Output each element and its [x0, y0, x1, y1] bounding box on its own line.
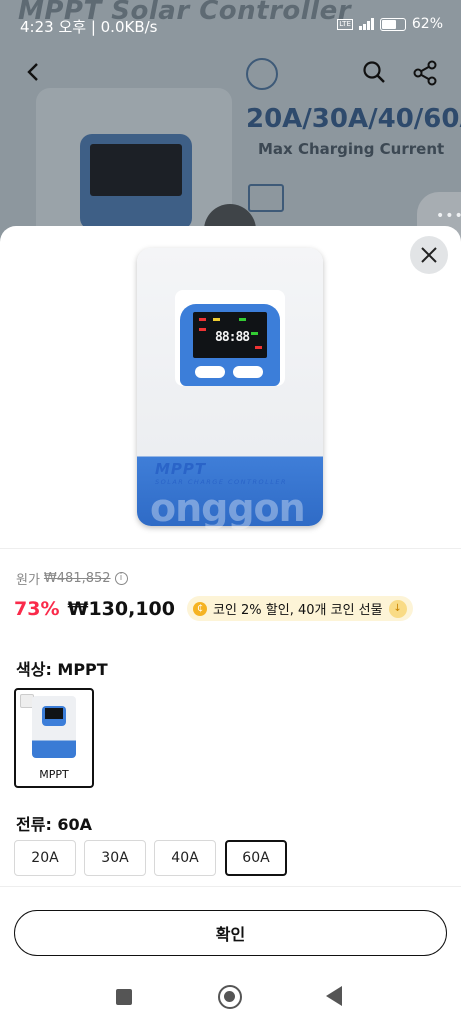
download-icon[interactable]: ↓: [388, 599, 407, 618]
confirm-button[interactable]: 확인: [14, 910, 447, 956]
original-price-row: 원가 ₩481,852 i: [16, 569, 128, 588]
status-bar: 4:23 오후 | 0.0KB/s LTE 62%: [0, 0, 461, 52]
chevron-left-icon: [27, 63, 38, 81]
battery-percent: 62%: [411, 16, 443, 32]
recent-apps-button[interactable]: [116, 989, 132, 1005]
close-icon: [421, 247, 437, 263]
lightning-icon: [246, 58, 278, 90]
product-logo: MPPT: [155, 460, 207, 478]
signal-icon: [358, 18, 374, 30]
color-option-mppt[interactable]: MPPT: [14, 688, 94, 788]
color-label: 색상: MPPT: [16, 660, 108, 679]
lcd-digits: 88:88: [215, 330, 250, 345]
banner-device-image: [36, 88, 232, 240]
back-button[interactable]: [22, 60, 46, 84]
coin-promo-text: 코인 2% 할인, 40개 코인 선물: [212, 603, 383, 618]
controller-device: 88:88 MPPT SOLAR CHARGE CONTROLLER: [137, 248, 323, 526]
footer-divider: [0, 886, 461, 887]
banner-max-current-caption: Max Charging Current: [258, 140, 445, 158]
current-label: 전류: 60A: [16, 815, 93, 834]
search-button[interactable]: [362, 60, 386, 84]
current-option-30a[interactable]: 30A: [84, 840, 146, 876]
device-lcd: 88:88: [193, 312, 267, 358]
coin-promo-badge[interactable]: ₵ 코인 2% 할인, 40개 코인 선물 ↓: [186, 596, 413, 621]
sku-selector-sheet: 88:88 MPPT SOLAR CHARGE CONTROLLER onggo…: [0, 226, 461, 1024]
discount-percent: 73%: [14, 597, 60, 620]
share-button[interactable]: [412, 60, 438, 86]
color-option-thumbnail: [32, 696, 76, 758]
status-time: 4:23 오후 | 0.0KB/s: [20, 18, 158, 36]
search-icon: [363, 61, 385, 83]
battery-icon: [248, 184, 284, 212]
right-arrow-key: [233, 366, 263, 378]
share-icon: [413, 60, 437, 86]
status-icons: LTE 62%: [337, 16, 443, 32]
product-image: 88:88 MPPT SOLAR CHARGE CONTROLLER onggo…: [0, 226, 461, 546]
battery-status-icon: [379, 17, 406, 31]
original-price-label: 원가: [16, 573, 40, 588]
home-button[interactable]: [218, 985, 242, 1009]
current-option-60a[interactable]: 60A: [225, 840, 287, 876]
sale-price: ₩130,100: [67, 597, 175, 620]
product-logo-subtitle: SOLAR CHARGE CONTROLLER: [155, 478, 287, 486]
info-icon[interactable]: i: [114, 572, 128, 585]
system-back-button[interactable]: [326, 986, 342, 1006]
banner-current-options: 20A/30A/40/60A: [246, 104, 461, 134]
original-price: ₩481,852: [43, 571, 111, 586]
color-option-label: MPPT: [39, 768, 69, 781]
coin-icon: ₵: [192, 601, 207, 616]
image-watermark: onggon: [150, 486, 306, 530]
network-type-icon: LTE: [337, 18, 353, 30]
more-icon[interactable]: •••: [436, 208, 461, 224]
close-button[interactable]: [410, 236, 448, 274]
current-option-20a[interactable]: 20A: [14, 840, 76, 876]
current-option-40a[interactable]: 40A: [154, 840, 216, 876]
price-row: 73% ₩130,100 ₵ 코인 2% 할인, 40개 코인 선물 ↓: [14, 596, 413, 621]
divider: [0, 548, 461, 549]
left-arrow-key: [195, 366, 225, 378]
